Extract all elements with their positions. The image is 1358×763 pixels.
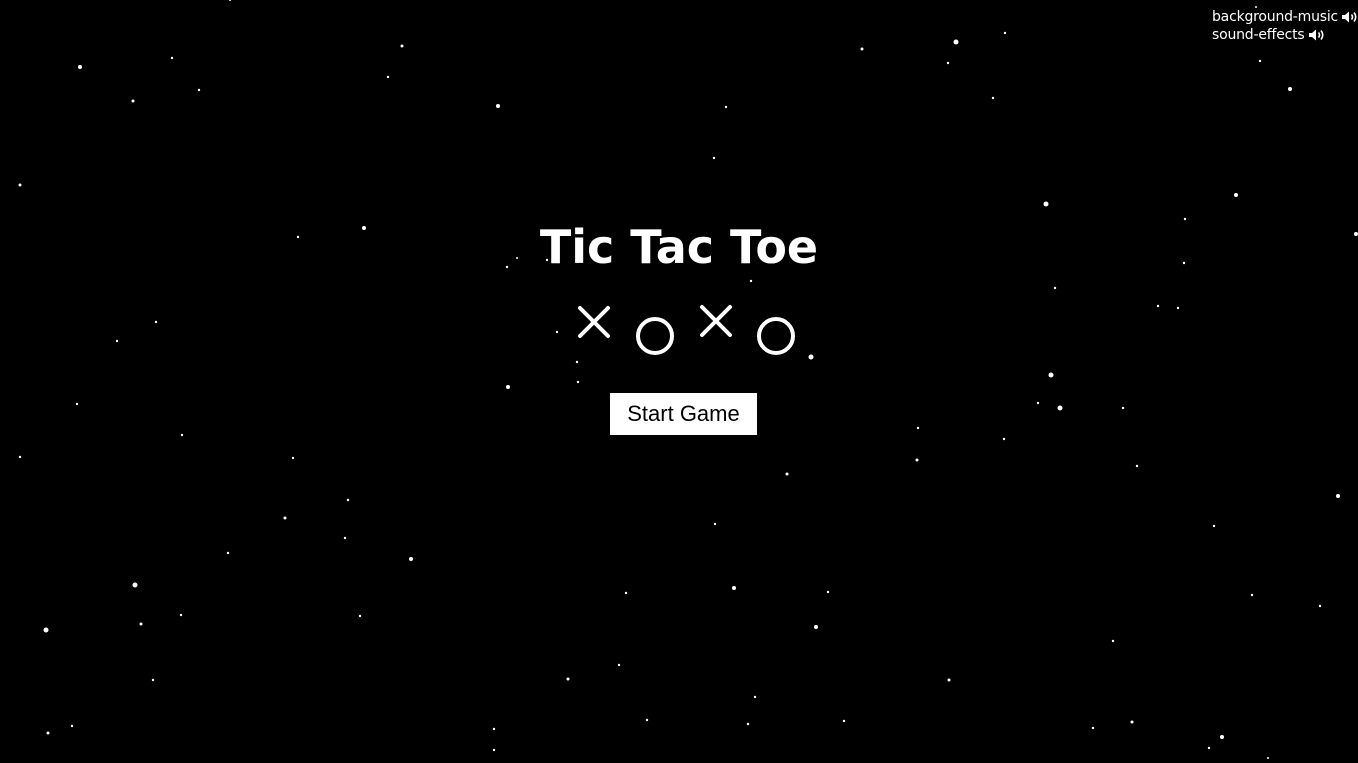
star: [947, 678, 951, 682]
starfield-background: [18, 0, 1358, 759]
speaker-icon[interactable]: [1341, 10, 1358, 24]
star: [617, 663, 621, 667]
star: [151, 678, 155, 682]
star: [1111, 639, 1115, 643]
sound-effects-label: sound-effects: [1212, 27, 1305, 43]
xo-logo: [578, 305, 795, 355]
star: [343, 536, 347, 540]
star: [1234, 193, 1238, 197]
star: [953, 39, 959, 45]
star: [1048, 372, 1054, 378]
star: [1053, 286, 1057, 290]
star: [826, 590, 830, 594]
star: [814, 625, 818, 629]
star: [860, 47, 864, 51]
o-mark-icon: [757, 317, 795, 355]
star: [645, 718, 649, 722]
sound-effects-toggle[interactable]: sound-effects: [1212, 26, 1358, 44]
star: [1043, 201, 1049, 207]
star: [496, 104, 500, 108]
star: [139, 622, 143, 626]
star: [131, 99, 135, 103]
x-mark-icon: [700, 305, 732, 337]
star: [1212, 524, 1216, 528]
star: [785, 472, 789, 476]
star: [197, 88, 201, 92]
star: [180, 433, 184, 437]
star: [346, 498, 350, 502]
star: [1003, 31, 1007, 35]
star: [1288, 87, 1292, 91]
star: [1135, 464, 1139, 468]
star: [712, 156, 716, 160]
star: [386, 75, 390, 79]
star: [179, 613, 183, 617]
star: [358, 614, 362, 618]
star: [1130, 720, 1134, 724]
star: [70, 724, 74, 728]
star: [46, 731, 50, 735]
star: [283, 516, 287, 520]
star: [154, 320, 158, 324]
star: [18, 183, 22, 187]
star: [555, 330, 559, 334]
o-mark-icon: [636, 317, 674, 355]
star: [842, 719, 846, 723]
star: [18, 455, 22, 459]
star: [115, 339, 119, 343]
star: [492, 727, 496, 731]
star: [1156, 304, 1160, 308]
star: [746, 722, 750, 726]
star: [291, 456, 295, 460]
background-music-toggle[interactable]: background-music: [1212, 8, 1358, 26]
star: [624, 591, 628, 595]
star: [78, 65, 82, 69]
star: [1318, 604, 1322, 608]
star: [170, 56, 174, 60]
star: [1336, 494, 1340, 498]
star: [132, 582, 138, 588]
star: [506, 385, 510, 389]
star: [724, 105, 728, 109]
start-game-button[interactable]: Start Game: [610, 393, 757, 435]
star: [749, 279, 753, 283]
star: [1176, 306, 1180, 310]
star: [400, 44, 404, 48]
star: [75, 402, 79, 406]
star: [1267, 757, 1269, 759]
speaker-icon[interactable]: [1308, 28, 1326, 42]
star: [1250, 593, 1254, 597]
star: [566, 677, 570, 681]
star: [43, 627, 49, 633]
star: [916, 426, 920, 430]
star: [492, 748, 496, 752]
star: [713, 522, 717, 526]
star: [1258, 59, 1262, 63]
star: [1207, 746, 1211, 750]
star: [1121, 406, 1125, 410]
star: [915, 458, 919, 462]
star: [946, 61, 950, 65]
star: [1057, 405, 1063, 411]
star: [991, 96, 995, 100]
star: [753, 695, 757, 699]
background-music-label: background-music: [1212, 9, 1339, 25]
game-title: Tic Tac Toe: [539, 220, 819, 274]
star: [226, 551, 230, 555]
star: [229, 0, 231, 1]
star: [732, 586, 736, 590]
star: [409, 557, 413, 561]
star: [1002, 437, 1006, 441]
star: [1220, 735, 1224, 739]
star: [1036, 401, 1040, 405]
star: [1091, 726, 1095, 730]
x-mark-icon: [578, 306, 610, 338]
star: [576, 380, 580, 384]
audio-controls: background-music sound-effects: [1212, 8, 1358, 44]
